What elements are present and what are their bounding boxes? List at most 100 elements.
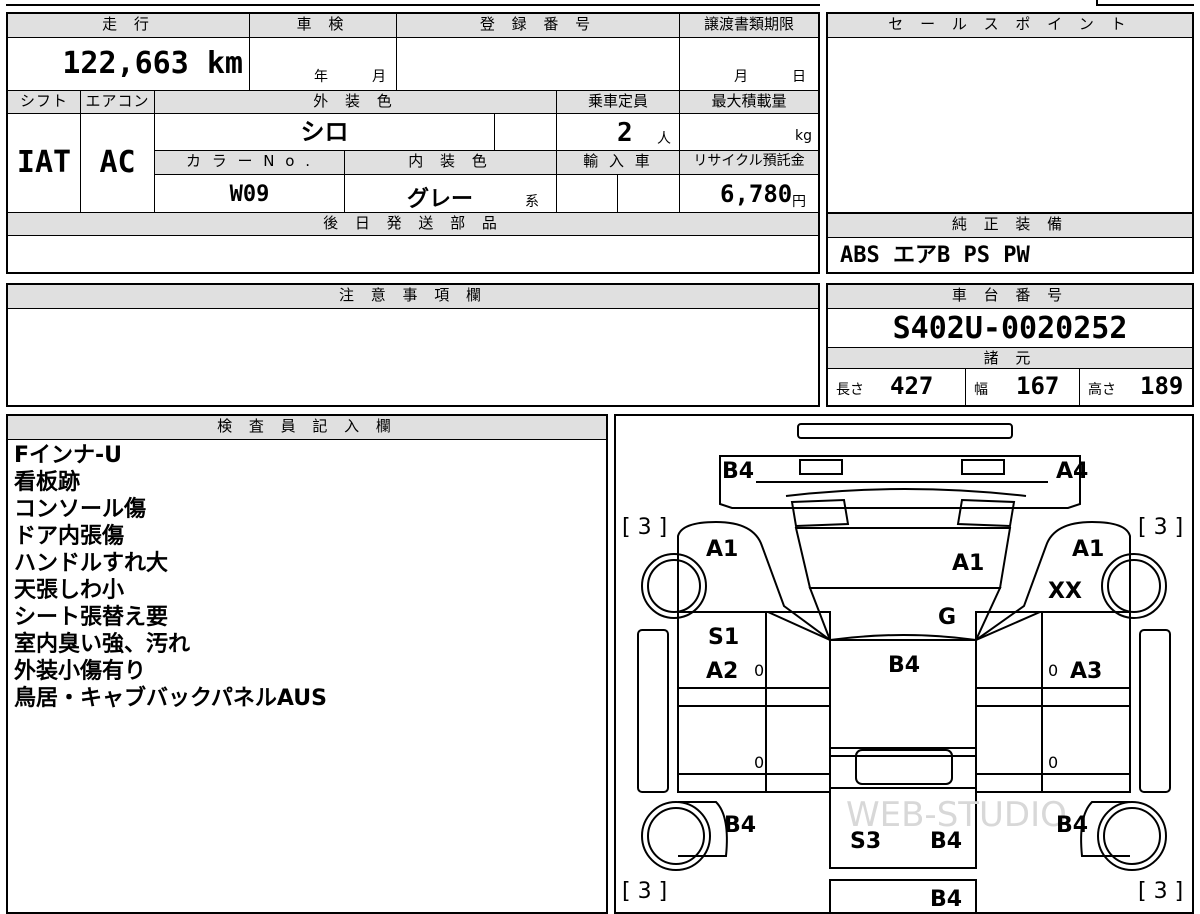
recycle-value: 6,780 円: [680, 175, 818, 212]
mirror-right-shape: [956, 498, 1016, 528]
car-diagram-box: WEB-STUDIO B4 A4 [ 3 ] [ 3 ] A1 A1 A1 XX…: [614, 414, 1194, 914]
wheel-fl-outer-shape: [641, 553, 707, 619]
recycle-fee: 6,780: [720, 180, 793, 208]
color-no-label: カ ラ ー N o .: [155, 151, 345, 175]
sill-line-right-shape: [976, 687, 1130, 707]
equipment-box: 純 正 装 備 ABS エアB PS PW: [826, 212, 1194, 274]
interior-color-text: グレー: [407, 187, 474, 212]
deadline-label: 譲渡書類期限: [680, 14, 818, 38]
wheel-rl-outer-shape: [641, 801, 711, 871]
wheel-fr-inner-shape: [1107, 559, 1161, 613]
notes-box: 注 意 事 項 欄: [6, 283, 820, 407]
capacity-number: 2: [617, 118, 633, 148]
capacity-label: 乗車定員: [557, 90, 680, 114]
mark-tire-rl: [ 3 ]: [622, 879, 667, 904]
color-no-value: W09: [155, 175, 345, 212]
shaken-label: 車 検: [250, 14, 397, 38]
side-left-shape: [637, 629, 669, 793]
length-value: 427: [890, 372, 934, 400]
mark-hood: A1: [952, 551, 984, 576]
wheel-fr-outer-shape: [1101, 553, 1167, 619]
shaken-month: 月: [372, 69, 386, 85]
mark-windshield: G: [938, 605, 956, 630]
mark-tire-fr: [ 3 ]: [1138, 515, 1183, 540]
interior-color-suffix: 系: [525, 194, 539, 210]
hood-trim-shape: [785, 488, 1027, 497]
import-value-1: [557, 175, 618, 212]
zero-mark: 0: [1048, 661, 1058, 680]
mark-bed-2: B4: [930, 829, 962, 854]
max-load-label: 最大積載量: [680, 90, 818, 114]
inspector-line: コンソール傷: [14, 497, 147, 522]
chassis-number: S402U-0020252: [892, 311, 1128, 346]
shift-label: シフト: [8, 90, 81, 114]
inspector-lines: Fインナ-U 看板跡 コンソール傷 ドア内張傷 ハンドルすれ大 天張しわ小 シー…: [14, 442, 594, 712]
deadline-value: 月 日: [680, 38, 818, 90]
zero-mark: 0: [754, 753, 764, 772]
interior-color-label: 内 装 色: [345, 151, 557, 175]
height-value: 189: [1140, 372, 1184, 400]
later-parts-label: 後 日 発 送 部 品: [8, 212, 818, 236]
length-cell: 長さ 427: [828, 369, 966, 405]
mark-door-right: A3: [1070, 659, 1102, 684]
top-strip: [6, 0, 820, 6]
wheel-fl-inner-shape: [647, 559, 701, 613]
mark-rear-left: B4: [724, 813, 756, 838]
import-label: 輸 入 車: [557, 151, 680, 175]
recycle-label: リサイクル預託金: [680, 151, 818, 175]
inspector-line: 看板跡: [14, 470, 81, 495]
shift-value: IAT: [8, 114, 81, 212]
max-load-value: kg: [680, 114, 818, 151]
width-cell: 幅 167: [966, 369, 1080, 405]
inspector-line: 外装小傷有り: [14, 659, 147, 684]
interior-color-value: グレー 系: [345, 175, 557, 212]
exterior-color-extra: [495, 114, 557, 151]
later-parts-value: [8, 236, 818, 272]
zero-mark: 0: [754, 661, 764, 680]
zero-mark: 0: [1048, 753, 1058, 772]
spec-grid: 走 行 車 検 登 録 番 号 譲渡書類期限 122,663 km 年 月 月 …: [6, 12, 820, 274]
import-value-2: [618, 175, 680, 212]
width-label: 幅: [974, 382, 988, 398]
aircon-label: エアコン: [81, 90, 155, 114]
inspector-line: 鳥居・キャブバックパネルAUS: [14, 686, 327, 711]
sales-point-header: セ ー ル ス ポ イ ン ト: [828, 14, 1192, 38]
car-diagram: WEB-STUDIO B4 A4 [ 3 ] [ 3 ] A1 A1 A1 XX…: [622, 423, 1183, 912]
chassis-box: 車 台 番 号 S402U-0020252 諸 元 長さ 427 幅 167 高…: [826, 283, 1194, 407]
mark-wheel-right: XX: [1048, 579, 1082, 604]
aircon-value: AC: [81, 114, 155, 212]
side-right-shape: [1139, 629, 1171, 793]
exterior-color-value: シロ: [155, 114, 495, 151]
inspector-line: シート張替え要: [14, 605, 169, 630]
chassis-header: 車 台 番 号: [828, 285, 1192, 309]
capacity-unit: 人: [657, 131, 671, 147]
width-value: 167: [1016, 372, 1060, 400]
fender-left-shape: [677, 520, 831, 642]
mirror-left-shape: [790, 498, 850, 528]
mark-tire-fl: [ 3 ]: [622, 515, 667, 540]
deadline-day: 日: [792, 69, 806, 85]
mark-tire-rr: [ 3 ]: [1138, 879, 1183, 904]
dims-header: 諸 元: [828, 347, 1192, 369]
mark-fender-left: A1: [706, 537, 738, 562]
deadline-month: 月: [734, 69, 748, 85]
wheel-rr-outer-shape: [1097, 801, 1167, 871]
recycle-unit: 円: [792, 194, 806, 210]
inspector-line: 天張しわ小: [14, 578, 125, 603]
capacity-value: 2 人: [557, 114, 680, 151]
mark-rear-right: B4: [1056, 813, 1088, 838]
top-strip-right: [1096, 0, 1194, 6]
mark-front-right: A4: [1056, 459, 1088, 484]
mark-door-left-2: A2: [706, 659, 738, 684]
registration-label: 登 録 番 号: [397, 14, 680, 38]
shaken-value: 年 月: [250, 38, 397, 90]
max-load-unit: kg: [795, 128, 812, 144]
inspector-box: 検 査 員 記 入 欄 Fインナ-U 看板跡 コンソール傷 ドア内張傷 ハンドル…: [6, 414, 608, 914]
height-cell: 高さ 189: [1080, 369, 1192, 405]
notes-header: 注 意 事 項 欄: [8, 285, 818, 309]
mileage-label: 走 行: [8, 14, 250, 38]
mark-front-left: B4: [722, 459, 754, 484]
equipment-value: ABS エアB PS PW: [840, 243, 1030, 268]
exterior-color-label: 外 装 色: [155, 90, 557, 114]
height-label: 高さ: [1088, 382, 1116, 398]
